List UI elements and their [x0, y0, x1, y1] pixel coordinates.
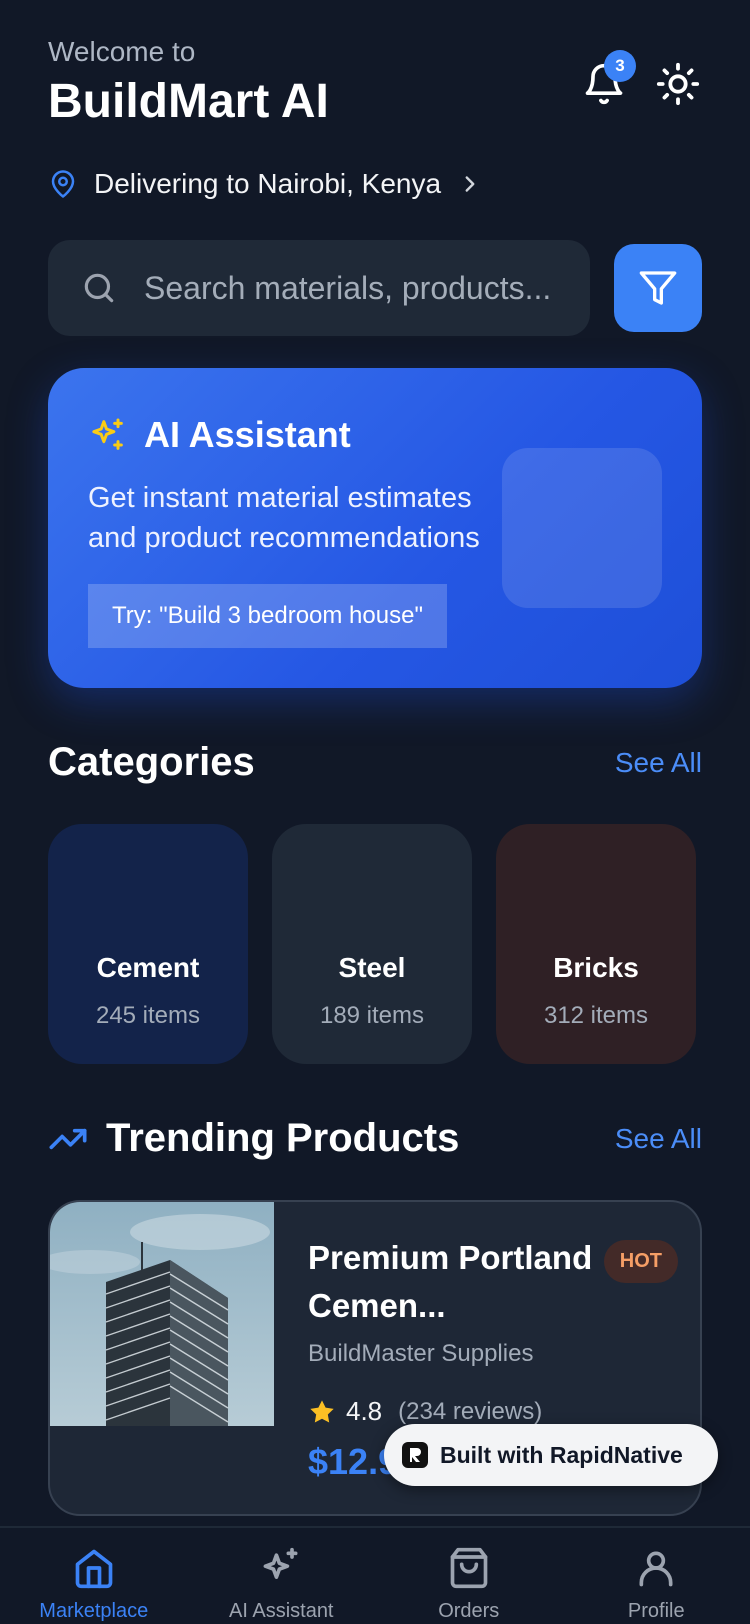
- category-count: 189 items: [319, 1002, 425, 1029]
- nav-label: Orders: [438, 1600, 500, 1622]
- search-input[interactable]: [144, 269, 564, 307]
- nav-label: Marketplace: [39, 1600, 149, 1622]
- trending-see-all-link[interactable]: See All: [615, 1123, 702, 1155]
- ai-card-image-placeholder: [502, 448, 662, 608]
- product-name: Premium Portland Cemen...: [308, 1239, 593, 1324]
- category-name: Cement: [96, 952, 200, 983]
- built-with-rapidnative-badge[interactable]: Built with RapidNative: [384, 1424, 718, 1486]
- nav-item-ai-assistant[interactable]: AI Assistant: [188, 1528, 376, 1624]
- category-card-bricks[interactable]: Bricks 312 items: [496, 824, 696, 1064]
- nav-label: Profile: [627, 1600, 685, 1622]
- location-text: Delivering to Nairobi, Kenya: [94, 168, 442, 199]
- search-row: [48, 240, 702, 336]
- shopping-bag-icon: [450, 1547, 488, 1589]
- product-image: [50, 1202, 274, 1426]
- ai-card-title: AI Assistant: [144, 414, 351, 455]
- trending-header: Trending Products See All: [48, 1116, 702, 1161]
- ai-card-description: Get instant material estimates and produ…: [88, 482, 480, 554]
- chevron-right-icon: [465, 176, 475, 192]
- categories-list: Cement 245 items Steel 189 items Bricks …: [48, 824, 696, 1064]
- trending-up-icon: [49, 1128, 87, 1149]
- trending-title: Trending Products: [106, 1116, 460, 1160]
- ai-try-suggestion[interactable]: Try: "Build 3 bedroom house": [88, 584, 447, 648]
- bottom-navigation: Marketplace AI Assistant Orders Profile: [0, 1526, 750, 1624]
- categories-header: Categories See All: [48, 740, 702, 785]
- categories-see-all-link[interactable]: See All: [615, 747, 702, 779]
- sparkles-icon: [263, 1547, 298, 1579]
- trending-title-row: Trending Products: [48, 1116, 459, 1161]
- nav-item-orders[interactable]: Orders: [375, 1528, 563, 1624]
- review-count: (234 reviews): [398, 1397, 543, 1425]
- nav-item-marketplace[interactable]: Marketplace: [0, 1528, 188, 1624]
- search-icon: [84, 273, 114, 303]
- category-card-cement[interactable]: Cement 245 items: [48, 824, 248, 1064]
- category-name: Steel: [338, 952, 406, 983]
- rapidnative-label: Built with RapidNative: [440, 1441, 683, 1468]
- category-card-steel[interactable]: Steel 189 items: [272, 824, 472, 1064]
- nav-item-profile[interactable]: Profile: [563, 1528, 750, 1624]
- delivery-location[interactable]: Delivering to Nairobi, Kenya: [48, 168, 483, 200]
- user-icon: [639, 1551, 673, 1587]
- hot-badge: HOT: [603, 1240, 678, 1283]
- filter-button[interactable]: [614, 244, 702, 332]
- rating-value: 4.8: [346, 1396, 383, 1426]
- filter-icon: [639, 271, 677, 305]
- notifications-button[interactable]: 3: [580, 50, 636, 108]
- category-name: Bricks: [553, 952, 639, 983]
- notification-badge: 3: [604, 50, 636, 82]
- sparkles-icon: [92, 418, 123, 450]
- star-icon: [310, 1399, 334, 1423]
- nav-label: AI Assistant: [229, 1600, 334, 1622]
- ai-card-title-row: AI Assistant: [88, 414, 351, 456]
- map-pin-icon: [51, 170, 75, 198]
- categories-title: Categories: [48, 740, 255, 784]
- header-actions: 3: [580, 50, 702, 108]
- home-icon: [75, 1549, 113, 1589]
- ai-assistant-card[interactable]: AI Assistant Get instant material estima…: [48, 368, 702, 688]
- product-supplier: BuildMaster Supplies: [308, 1340, 534, 1367]
- rapidnative-logo-icon: [402, 1442, 428, 1468]
- sun-icon: [656, 62, 700, 106]
- theme-toggle-button[interactable]: [654, 60, 702, 108]
- category-count: 245 items: [95, 1002, 201, 1029]
- product-rating: 4.8 (234 reviews): [308, 1396, 678, 1427]
- category-count: 312 items: [543, 1002, 649, 1029]
- search-box[interactable]: [48, 240, 590, 336]
- header: Welcome to BuildMart AI 3: [48, 34, 702, 132]
